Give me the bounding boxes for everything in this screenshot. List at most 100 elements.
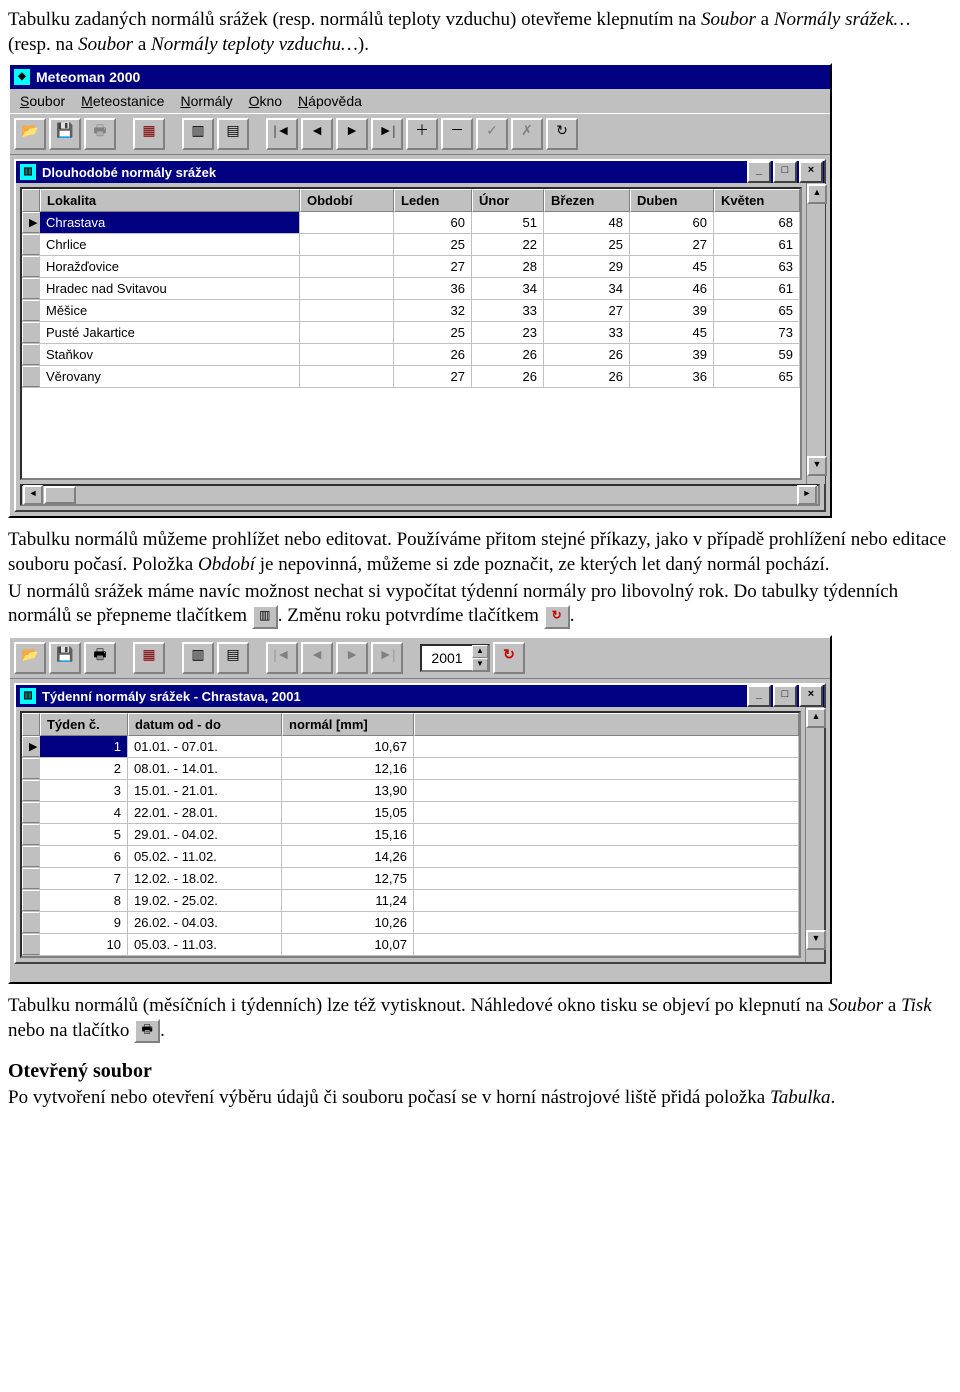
maximize-icon[interactable]: □ bbox=[773, 685, 797, 707]
scroll-left-icon[interactable]: ◄ bbox=[23, 485, 43, 505]
spin-down-icon[interactable]: ▼ bbox=[472, 658, 488, 671]
print-icon[interactable]: 🖶 bbox=[84, 118, 116, 150]
year-input[interactable] bbox=[422, 649, 472, 667]
paragraph-3: U normálů srážek máme navíc možnost nech… bbox=[8, 580, 952, 629]
col-obdobi[interactable]: Období bbox=[300, 189, 394, 212]
scroll-thumb[interactable] bbox=[44, 486, 76, 504]
hscrollbar[interactable]: ◄ ► bbox=[20, 484, 820, 506]
minimize-icon[interactable]: _ bbox=[747, 685, 771, 707]
table-row[interactable]: 529.01. - 04.02.15,16 bbox=[22, 824, 799, 846]
apply-year-icon[interactable]: ↻ bbox=[493, 642, 525, 674]
grid-icon[interactable]: ▦ bbox=[133, 118, 165, 150]
col-kveten[interactable]: Květen bbox=[714, 189, 800, 212]
calendar2-icon[interactable]: ▤ bbox=[217, 118, 249, 150]
menu-napoveda[interactable]: Nápověda bbox=[292, 91, 372, 111]
grid-icon[interactable]: ▦ bbox=[133, 642, 165, 674]
table-row[interactable]: Horažďovice2728294563 bbox=[22, 256, 800, 278]
confirm-icon[interactable]: ✓ bbox=[476, 118, 508, 150]
normals-table: Lokalita Období Leden Únor Březen Duben … bbox=[20, 187, 802, 480]
table-row[interactable]: 819.02. - 25.02.11,24 bbox=[22, 890, 799, 912]
maximize-icon[interactable]: □ bbox=[773, 161, 797, 183]
table-row[interactable]: ▶101.01. - 07.01.10,67 bbox=[22, 736, 799, 758]
scroll-up-icon[interactable]: ▲ bbox=[806, 708, 826, 728]
prev-icon[interactable]: ◄ bbox=[301, 118, 333, 150]
scroll-down-icon[interactable]: ▼ bbox=[806, 930, 826, 950]
col-normal[interactable]: normál [mm] bbox=[282, 713, 414, 736]
table-header: Lokalita Období Leden Únor Březen Duben … bbox=[22, 189, 800, 212]
year-spinner[interactable]: ▲▼ bbox=[472, 645, 488, 671]
save-icon[interactable]: 💾 bbox=[49, 118, 81, 150]
col-datum[interactable]: datum od - do bbox=[128, 713, 282, 736]
calendar1-icon[interactable]: ▥ bbox=[182, 642, 214, 674]
col-unor[interactable]: Únor bbox=[472, 189, 544, 212]
table-row[interactable]: Měšice3233273965 bbox=[22, 300, 800, 322]
scroll-down-icon[interactable]: ▼ bbox=[807, 456, 827, 476]
vscrollbar[interactable]: ▲ ▼ bbox=[806, 183, 825, 484]
col-duben[interactable]: Duben bbox=[630, 189, 714, 212]
paragraph-2: Tabulku normálů můžeme prohlížet nebo ed… bbox=[8, 528, 952, 577]
last-icon[interactable]: ►| bbox=[371, 118, 403, 150]
prev-icon[interactable]: ◄ bbox=[301, 642, 333, 674]
scroll-up-icon[interactable]: ▲ bbox=[807, 184, 827, 204]
paragraph-5: Po vytvoření nebo otevření výběru údajů … bbox=[8, 1086, 952, 1111]
table-row[interactable]: ▶Chrastava6051486068 bbox=[22, 212, 800, 234]
col-brezen[interactable]: Březen bbox=[544, 189, 630, 212]
vscrollbar[interactable]: ▲ ▼ bbox=[805, 707, 824, 962]
menu-meteostanice[interactable]: Meteostanice bbox=[75, 91, 174, 111]
refresh-icon[interactable]: ↻ bbox=[546, 118, 578, 150]
table-row[interactable]: 422.01. - 28.01.15,05 bbox=[22, 802, 799, 824]
subwin-icon: ▥ bbox=[20, 688, 36, 704]
table-row[interactable]: 1005.03. - 11.03.10,07 bbox=[22, 934, 799, 956]
add-icon[interactable]: ＋ bbox=[406, 118, 438, 150]
toolbar: 📂 💾 🖶 ▦ ▥ ▤ |◄ ◄ ► ►| ＋ － ✓ ✗ ↻ bbox=[10, 113, 830, 155]
weekly-switch-icon[interactable]: ▥ bbox=[252, 605, 278, 629]
main-app-window: ◆ Meteoman 2000 Soubor Meteostanice Norm… bbox=[8, 63, 832, 518]
calendar2-icon[interactable]: ▤ bbox=[217, 642, 249, 674]
close-icon[interactable]: × bbox=[799, 161, 823, 183]
first-icon[interactable]: |◄ bbox=[266, 642, 298, 674]
menu-normaly[interactable]: Normály bbox=[174, 91, 242, 111]
menu-soubor[interactable]: Soubor bbox=[14, 91, 75, 111]
table-row[interactable]: Věrovany2726263665 bbox=[22, 366, 800, 388]
scroll-right-icon[interactable]: ► bbox=[797, 485, 817, 505]
last-icon[interactable]: ►| bbox=[371, 642, 403, 674]
table-row[interactable]: Pusté Jakartice2523334573 bbox=[22, 322, 800, 344]
print-icon[interactable]: 🖶 bbox=[84, 642, 116, 674]
spin-up-icon[interactable]: ▲ bbox=[472, 645, 488, 658]
menu-okno[interactable]: Okno bbox=[243, 91, 292, 111]
col-leden[interactable]: Leden bbox=[394, 189, 472, 212]
table-row[interactable]: 315.01. - 21.01.13,90 bbox=[22, 780, 799, 802]
cancel-icon[interactable]: ✗ bbox=[511, 118, 543, 150]
save-icon[interactable]: 💾 bbox=[49, 642, 81, 674]
col-lokalita[interactable]: Lokalita bbox=[40, 189, 300, 212]
table-row[interactable]: 926.02. - 04.03.10,26 bbox=[22, 912, 799, 934]
calendar1-icon[interactable]: ▥ bbox=[182, 118, 214, 150]
subwin-title: Týdenní normály srážek - Chrastava, 2001 bbox=[42, 689, 301, 704]
table-row[interactable]: Hradec nad Svitavou3634344661 bbox=[22, 278, 800, 300]
section-heading: Otevřený soubor bbox=[8, 1058, 952, 1084]
minimize-icon[interactable]: _ bbox=[747, 161, 771, 183]
table-row[interactable]: 208.01. - 14.01.12,16 bbox=[22, 758, 799, 780]
year-input-box[interactable]: ▲▼ bbox=[420, 644, 490, 672]
table-row[interactable]: 605.02. - 11.02.14,26 bbox=[22, 846, 799, 868]
col-tyden[interactable]: Týden č. bbox=[40, 713, 128, 736]
confirm-year-icon[interactable]: ↻ bbox=[544, 605, 570, 629]
app-icon: ◆ bbox=[14, 69, 30, 85]
table-row[interactable]: 712.02. - 18.02.12,75 bbox=[22, 868, 799, 890]
open-icon[interactable]: 📂 bbox=[14, 118, 46, 150]
table-row[interactable]: Chrlice2522252761 bbox=[22, 234, 800, 256]
next-icon[interactable]: ► bbox=[336, 118, 368, 150]
weekly-table: Týden č. datum od - do normál [mm] ▶101.… bbox=[20, 711, 801, 958]
paragraph-4: Tabulku normálů (měsíčních i týdenních) … bbox=[8, 994, 952, 1043]
subwin-icon: ▥ bbox=[20, 164, 36, 180]
table-row[interactable]: Staňkov2626263959 bbox=[22, 344, 800, 366]
remove-icon[interactable]: － bbox=[441, 118, 473, 150]
table-blank bbox=[22, 388, 800, 478]
close-icon[interactable]: × bbox=[799, 685, 823, 707]
toolbar2: 📂 💾 🖶 ▦ ▥ ▤ |◄ ◄ ► ►| ▲▼ ↻ bbox=[10, 637, 830, 679]
open-icon[interactable]: 📂 bbox=[14, 642, 46, 674]
app-title: Meteoman 2000 bbox=[36, 69, 140, 85]
next-icon[interactable]: ► bbox=[336, 642, 368, 674]
first-icon[interactable]: |◄ bbox=[266, 118, 298, 150]
print-inline-icon[interactable]: 🖶 bbox=[134, 1019, 160, 1043]
